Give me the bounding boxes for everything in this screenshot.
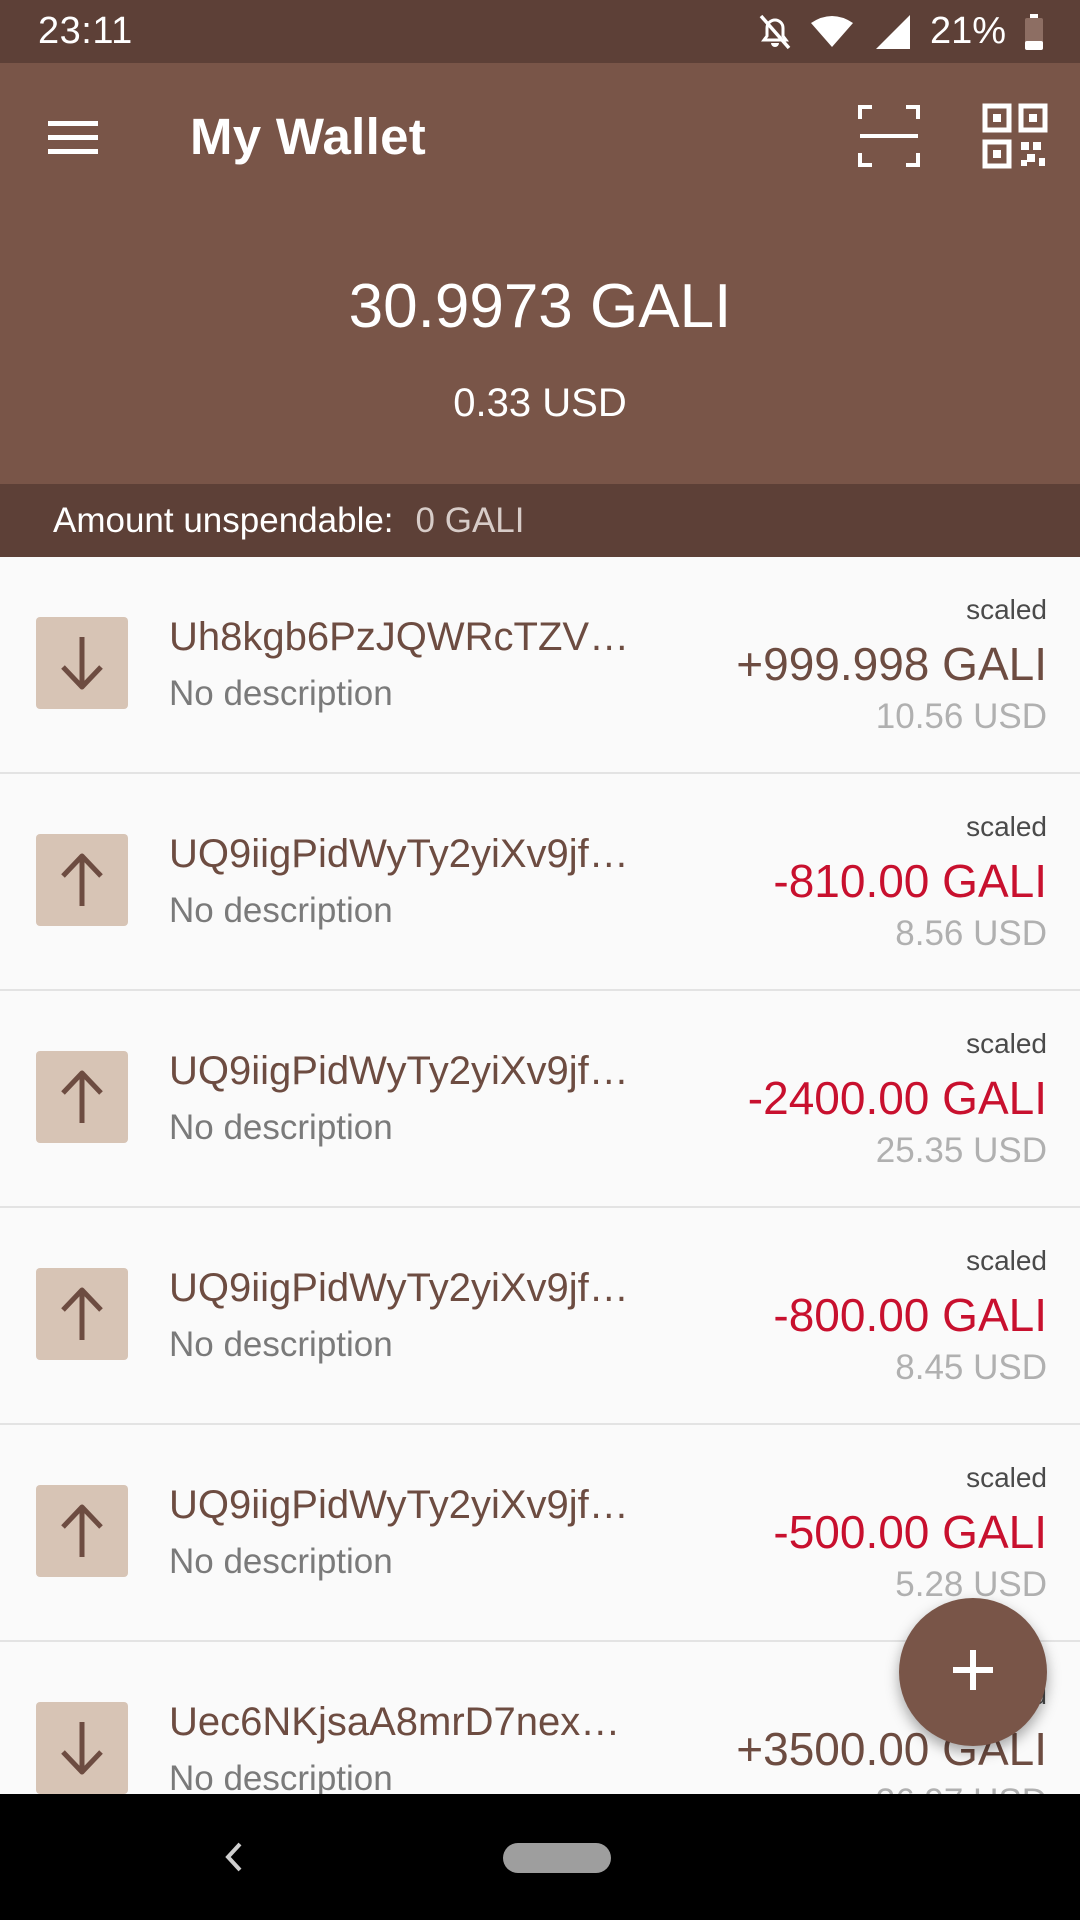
transaction-usd: 8.56 USD xyxy=(895,914,1047,953)
arrow-up-icon xyxy=(36,1485,128,1577)
balance-header: 30.9973 GALI 0.33 USD xyxy=(0,211,1080,484)
transaction-tag: scaled xyxy=(966,1028,1047,1059)
transaction-address: UQ9iigPidWyTy2yiXv9jf… xyxy=(169,1049,629,1093)
arrow-up-icon xyxy=(36,1268,128,1360)
status-time: 23:11 xyxy=(38,10,133,52)
arrow-up-icon xyxy=(36,1051,128,1143)
home-pill[interactable] xyxy=(503,1843,611,1873)
transaction-usd: 8.45 USD xyxy=(895,1348,1047,1387)
status-bar: 23:11 x 21% xyxy=(0,0,1080,63)
transaction-usd: 25.35 USD xyxy=(875,1131,1047,1170)
transaction-address: Uec6NKjsaA8mrD7nex… xyxy=(169,1700,621,1744)
menu-icon[interactable] xyxy=(46,113,100,161)
notifications-off-icon xyxy=(758,13,792,51)
back-icon[interactable] xyxy=(218,1832,248,1882)
add-button[interactable] xyxy=(899,1598,1047,1746)
unspendable-label: Amount unspendable: xyxy=(53,500,394,540)
transaction-amount: -500.00 GALI xyxy=(773,1506,1047,1558)
unspendable-bar: Amount unspendable: 0 GALI xyxy=(0,484,1080,557)
svg-text:x: x xyxy=(840,16,848,31)
transaction-address: UQ9iigPidWyTy2yiXv9jf… xyxy=(169,1266,629,1310)
transaction-row[interactable]: UQ9iigPidWyTy2yiXv9jf… No description sc… xyxy=(0,991,1080,1208)
transaction-usd: 10.56 USD xyxy=(875,697,1047,736)
transaction-address: UQ9iigPidWyTy2yiXv9jf… xyxy=(169,1483,629,1527)
wallet-screen: 23:11 x 21% My Wallet 30.9973 GALI 0.33 … xyxy=(0,0,1080,1920)
transaction-tag: scaled xyxy=(966,594,1047,625)
plus-icon xyxy=(951,1648,995,1697)
transaction-amount: -810.00 GALI xyxy=(773,855,1047,907)
scan-icon[interactable] xyxy=(856,103,922,169)
transaction-row[interactable]: UQ9iigPidWyTy2yiXv9jf… No description sc… xyxy=(0,1208,1080,1425)
transaction-row[interactable]: UQ9iigPidWyTy2yiXv9jf… No description sc… xyxy=(0,1425,1080,1642)
balance-usd: 0.33 USD xyxy=(453,381,627,425)
transaction-amount: -2400.00 GALI xyxy=(747,1072,1047,1124)
unspendable-value: 0 GALI xyxy=(415,500,525,540)
transaction-description: No description xyxy=(169,1108,393,1147)
battery-percent: 21% xyxy=(929,10,1006,52)
wifi-icon: x xyxy=(810,15,854,49)
transaction-description: No description xyxy=(169,891,393,930)
transaction-tag: scaled xyxy=(966,1245,1047,1276)
arrow-down-icon xyxy=(36,617,128,709)
transaction-description: No description xyxy=(169,1325,393,1364)
arrow-down-icon xyxy=(36,1702,128,1794)
status-icons: x 21% xyxy=(758,10,1044,53)
battery-icon xyxy=(1024,13,1044,51)
transaction-address: UQ9iigPidWyTy2yiXv9jf… xyxy=(169,832,629,876)
transaction-address: Uh8kgb6PzJQWRcTZV… xyxy=(169,615,630,659)
transaction-description: No description xyxy=(169,1542,393,1581)
app-toolbar: My Wallet xyxy=(0,63,1080,211)
transaction-tag: scaled xyxy=(966,1462,1047,1493)
arrow-up-icon xyxy=(36,834,128,926)
page-title: My Wallet xyxy=(190,108,427,165)
transaction-amount: -800.00 GALI xyxy=(773,1289,1047,1341)
transaction-row[interactable]: Uh8kgb6PzJQWRcTZV… No description scaled… xyxy=(0,557,1080,774)
transaction-description: No description xyxy=(169,674,393,713)
transaction-amount: +999.998 GALI xyxy=(736,638,1047,690)
transaction-row[interactable]: UQ9iigPidWyTy2yiXv9jf… No description sc… xyxy=(0,774,1080,991)
transaction-tag: scaled xyxy=(966,811,1047,842)
balance-amount: 30.9973 GALI xyxy=(348,272,732,341)
qr-code-icon[interactable] xyxy=(982,103,1048,169)
transaction-description: No description xyxy=(169,1759,393,1798)
cell-signal-icon xyxy=(872,13,912,51)
